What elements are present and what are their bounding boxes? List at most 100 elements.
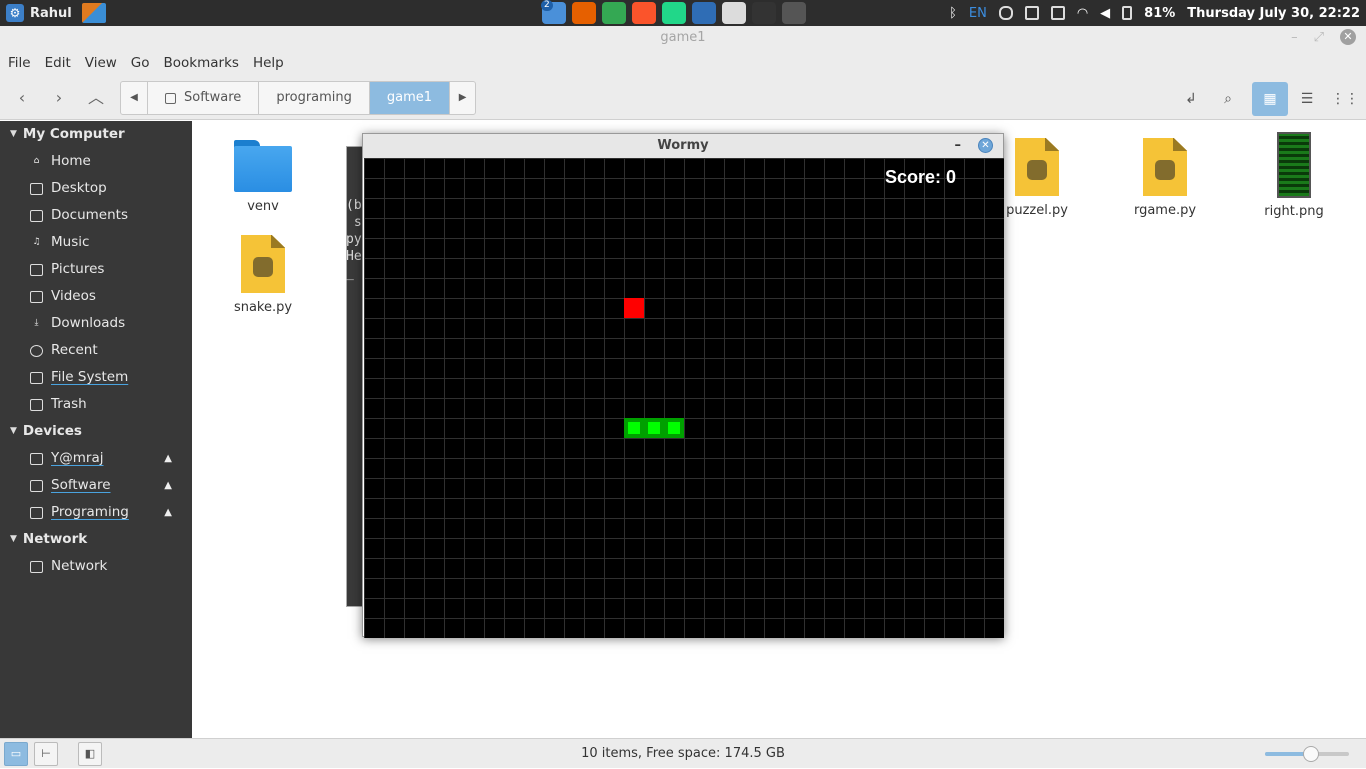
menu-go[interactable]: Go [131, 55, 150, 71]
menu-bookmarks[interactable]: Bookmarks [164, 55, 239, 71]
chevron-down-icon: ▼ [10, 426, 17, 436]
file-item-rgame-py[interactable]: rgame.py [1120, 138, 1210, 218]
window-title: game1 [0, 26, 1366, 50]
sidebar-item-software[interactable]: Software ▲ [0, 472, 192, 499]
minimize-button[interactable]: – [955, 134, 962, 158]
breadcrumb-programing[interactable]: programing [258, 82, 369, 114]
sidebar-section-my-computer[interactable]: ▼ My Computer [0, 121, 192, 148]
text-editor-icon[interactable] [722, 2, 746, 24]
sidebar-item-pictures[interactable]: Pictures [0, 256, 192, 283]
breadcrumb-right-arrow[interactable]: ▶ [449, 82, 475, 114]
sidebar-item-label: Programing [51, 504, 129, 520]
shield-icon[interactable] [998, 6, 1013, 20]
sidebar-item-label: Music [51, 234, 90, 250]
toolbar: ‹ › ︿ ◀ Software programing game1 ▶ ↲ ⌕ … [0, 76, 1366, 120]
game-board[interactable]: Score: 0 [364, 158, 1004, 638]
sidebar-item-downloads[interactable]: ⤓ Downloads [0, 310, 192, 337]
file-name: snake.py [233, 300, 293, 315]
wifi-icon[interactable]: ◠ [1077, 6, 1088, 21]
sidebar-item-documents[interactable]: Documents [0, 202, 192, 229]
breadcrumb: ◀ Software programing game1 ▶ [120, 81, 477, 115]
language-indicator[interactable]: EN [969, 6, 987, 21]
sidebar-item-videos[interactable]: Videos [0, 283, 192, 310]
sidebar-item-programing[interactable]: Programing ▲ [0, 499, 192, 526]
close-button[interactable]: ✕ [978, 138, 993, 153]
sidebar-section-network[interactable]: ▼ Network [0, 526, 192, 553]
network-icon [30, 560, 43, 573]
sidebar-item-recent[interactable]: Recent [0, 337, 192, 364]
file-item-puzzel-py[interactable]: puzzel.py [992, 138, 1082, 218]
eject-icon[interactable]: ▲ [164, 445, 172, 472]
breadcrumb-left-arrow[interactable]: ◀ [121, 82, 147, 114]
back-button[interactable]: ‹ [10, 86, 34, 110]
forward-button[interactable]: › [47, 86, 71, 110]
up-button[interactable]: ︿ [84, 86, 108, 110]
menu-edit[interactable]: Edit [45, 55, 71, 71]
sidebar: ▼ My Computer ⌂ Home Desktop Documents ♫ Mu… [0, 121, 192, 738]
menubar: File Edit View Go Bookmarks Help [0, 50, 1366, 76]
pycharm-icon[interactable] [662, 2, 686, 24]
sidebar-item-label: Videos [51, 288, 96, 304]
firefox-icon[interactable] [572, 2, 596, 24]
chrome-icon[interactable] [602, 2, 626, 24]
file-item-right-png[interactable]: right.png [1249, 132, 1339, 219]
breadcrumb-label: programing [276, 90, 352, 105]
terminal-icon[interactable] [752, 2, 776, 24]
sidebar-section-devices[interactable]: ▼ Devices [0, 418, 192, 445]
zoom-slider[interactable] [1265, 746, 1349, 762]
sidebar-item-desktop[interactable]: Desktop [0, 175, 192, 202]
score-label: Score: 0 [884, 167, 956, 187]
task-manager-icon[interactable] [81, 3, 106, 23]
user-menu[interactable]: ⚙ Rahul [6, 3, 106, 23]
toggle-location-icon[interactable]: ↲ [1178, 86, 1204, 112]
icon-view-button[interactable]: ▦ [1252, 82, 1288, 116]
window-controls: – ⤢ ✕ [1291, 29, 1356, 45]
section-title: My Computer [22, 126, 125, 142]
wormy-window[interactable]: Wormy – ✕ Score: 0 [362, 133, 1004, 638]
sidebar-item-home[interactable]: ⌂ Home [0, 148, 192, 175]
search-icon[interactable]: ⌕ [1215, 86, 1241, 112]
pictures-icon [30, 263, 43, 276]
maximize-button[interactable]: ⤢ [1314, 30, 1324, 45]
gear-icon[interactable]: ⚙ [6, 4, 24, 22]
close-button[interactable]: ✕ [1340, 29, 1356, 45]
battery-icon[interactable] [1122, 6, 1133, 20]
brave-icon[interactable] [632, 2, 656, 24]
sidebar-item-network[interactable]: Network [0, 553, 192, 580]
sidebar-item-label: Recent [51, 342, 98, 358]
documents-icon [30, 209, 43, 222]
bluetooth-icon[interactable]: ᛒ [949, 6, 957, 21]
wps-writer-icon[interactable] [692, 2, 716, 24]
chevron-down-icon: ▼ [10, 129, 17, 139]
sidebar-item-music[interactable]: ♫ Music [0, 229, 192, 256]
clock[interactable]: Thursday July 30, 22:22 [1187, 6, 1360, 21]
menu-file[interactable]: File [8, 55, 31, 71]
python-file-icon [1015, 138, 1059, 196]
python-file-icon [1143, 138, 1187, 196]
minimize-button[interactable]: – [1291, 30, 1298, 45]
sidebar-item-file-system[interactable]: File System [0, 364, 192, 391]
files-app-icon[interactable]: 2 [541, 0, 566, 24]
breadcrumb-software[interactable]: Software [147, 82, 258, 114]
file-item-venv[interactable]: venv [218, 140, 308, 214]
list-view-button[interactable]: ☰ [1294, 86, 1320, 112]
menu-view[interactable]: View [85, 55, 117, 71]
breadcrumb-label: Software [184, 90, 242, 105]
apple [624, 298, 644, 318]
sidebar-item-trash[interactable]: Trash [0, 391, 192, 418]
sidebar-item-yamraj[interactable]: Y@mraj ▲ [0, 445, 192, 472]
breadcrumb-game1[interactable]: game1 [368, 82, 450, 114]
file-item-snake-py[interactable]: snake.py [218, 235, 308, 315]
status-text: 10 items, Free space: 174.5 GB [581, 746, 785, 761]
clipboard-icon[interactable] [1050, 6, 1065, 20]
recent-icon [30, 344, 43, 357]
sidebar-item-label: Trash [51, 396, 87, 412]
wormy-titlebar[interactable]: Wormy – ✕ [363, 134, 1003, 158]
volume-icon[interactable]: ◀ [1100, 6, 1110, 21]
screenshot-icon[interactable] [782, 2, 806, 24]
eject-icon[interactable]: ▲ [164, 472, 172, 499]
compact-view-button[interactable]: ⋮⋮ [1331, 86, 1359, 112]
menu-help[interactable]: Help [253, 55, 284, 71]
info-icon[interactable] [1024, 6, 1039, 20]
eject-icon[interactable]: ▲ [164, 499, 172, 526]
